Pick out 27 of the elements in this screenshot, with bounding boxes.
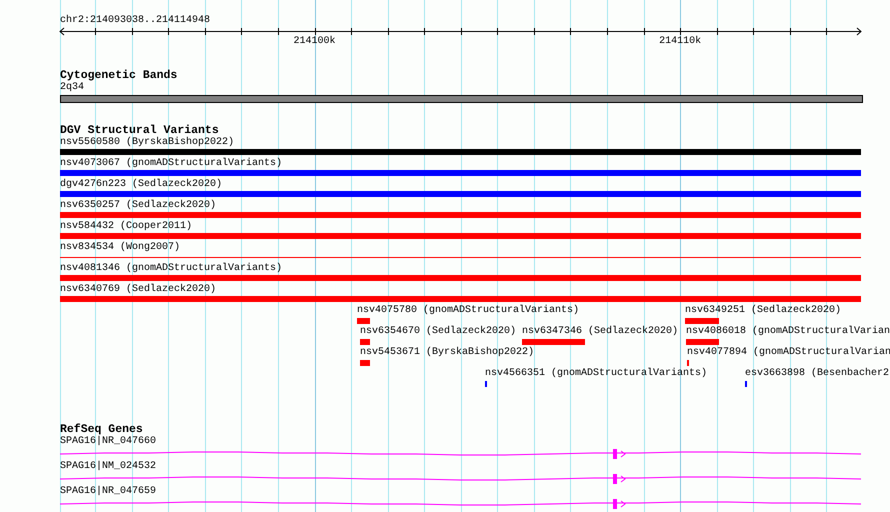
feature-label: dgv4276n223 (Sedlazeck2020) [60,179,224,191]
feature-label: nsv6350257 (Sedlazeck2020) [60,200,218,212]
feature-label: nsv4075780 (gnomADStructuralVariants) [357,305,580,317]
feature-label: nsv5453671 (ByrskaBishop2022) [360,347,534,359]
feature-label: nsv4077894 (gnomADStructuralVarian [687,347,890,359]
feature-label: nsv4566351 (gnomADStructuralVariants) [485,368,708,380]
feature-label: nsv6349251 (Sedlazeck2020) [685,305,842,317]
gene-label: SPAG16|NR_047659 [60,486,158,498]
feature-label: esv3663898 (Besenbacher2 [745,368,890,380]
gene-label: SPAG16|NR_047660 [60,436,158,448]
feature-label: nsv6340769 (Sedlazeck2020) [60,284,218,296]
gene-label: SPAG16|NM_024532 [60,461,158,473]
track-title: Cytogenetic Bands [60,70,178,82]
location-label: chr2:214093038..214114948 [60,15,212,27]
feature-label: nsv584432 (Cooper2011) [60,221,194,233]
feature-label: nsv6347346 (Sedlazeck2020) [522,326,678,338]
feature-label: nsv4073067 (gnomADStructuralVariants) [60,158,284,170]
feature-label: nsv6354670 (Sedlazeck2020) [360,326,516,338]
tick-label: 214100k [294,36,336,48]
track-title: RefSeq Genes [60,424,143,436]
track-title: DGV Structural Variants [60,125,219,137]
feature-label: nsv4086018 (gnomADStructuralVarian [686,326,890,338]
feature-label: nsv834534 (Wong2007) [60,242,182,254]
feature-label: nsv4081346 (gnomADStructuralVariants) [60,263,284,275]
band-label: 2q34 [60,82,86,94]
tick-label: 214110k [659,36,702,48]
feature-label: nsv5560580 (ByrskaBishop2022) [60,137,236,149]
